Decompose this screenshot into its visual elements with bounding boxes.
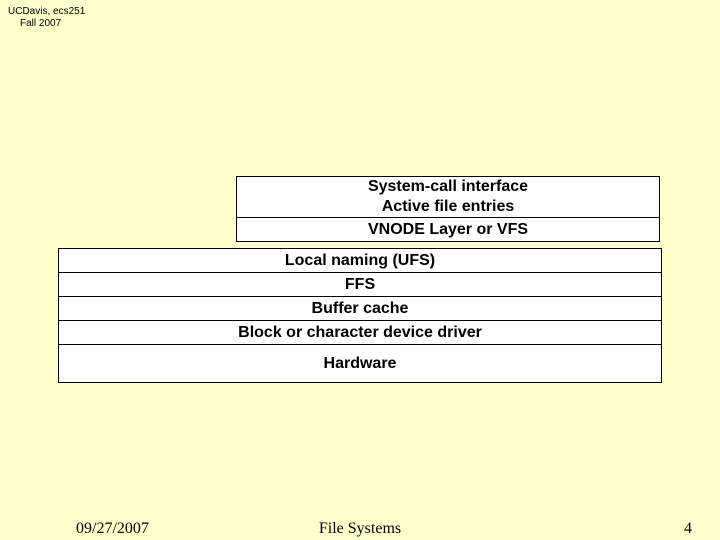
header-line-1: UCDavis, ecs251 — [8, 6, 85, 18]
layers-diagram: System-call interface Active file entrie… — [58, 176, 662, 383]
syscall-line-1: System-call interface — [368, 177, 528, 197]
footer-title: File Systems — [0, 520, 720, 538]
layer-buffer-cache: Buffer cache — [58, 296, 662, 321]
footer-page-number: 4 — [684, 520, 692, 538]
syscall-line-2: Active file entries — [382, 197, 515, 217]
layer-syscall: System-call interface Active file entrie… — [236, 176, 660, 218]
layer-ffs: FFS — [58, 272, 662, 297]
layer-hardware: Hardware — [58, 344, 662, 383]
slide-header: UCDavis, ecs251 Fall 2007 — [8, 6, 85, 30]
layer-device-driver: Block or character device driver — [58, 320, 662, 345]
header-line-2: Fall 2007 — [8, 18, 85, 30]
layer-local-naming: Local naming (UFS) — [58, 248, 662, 273]
layer-vnode: VNODE Layer or VFS — [236, 217, 660, 242]
